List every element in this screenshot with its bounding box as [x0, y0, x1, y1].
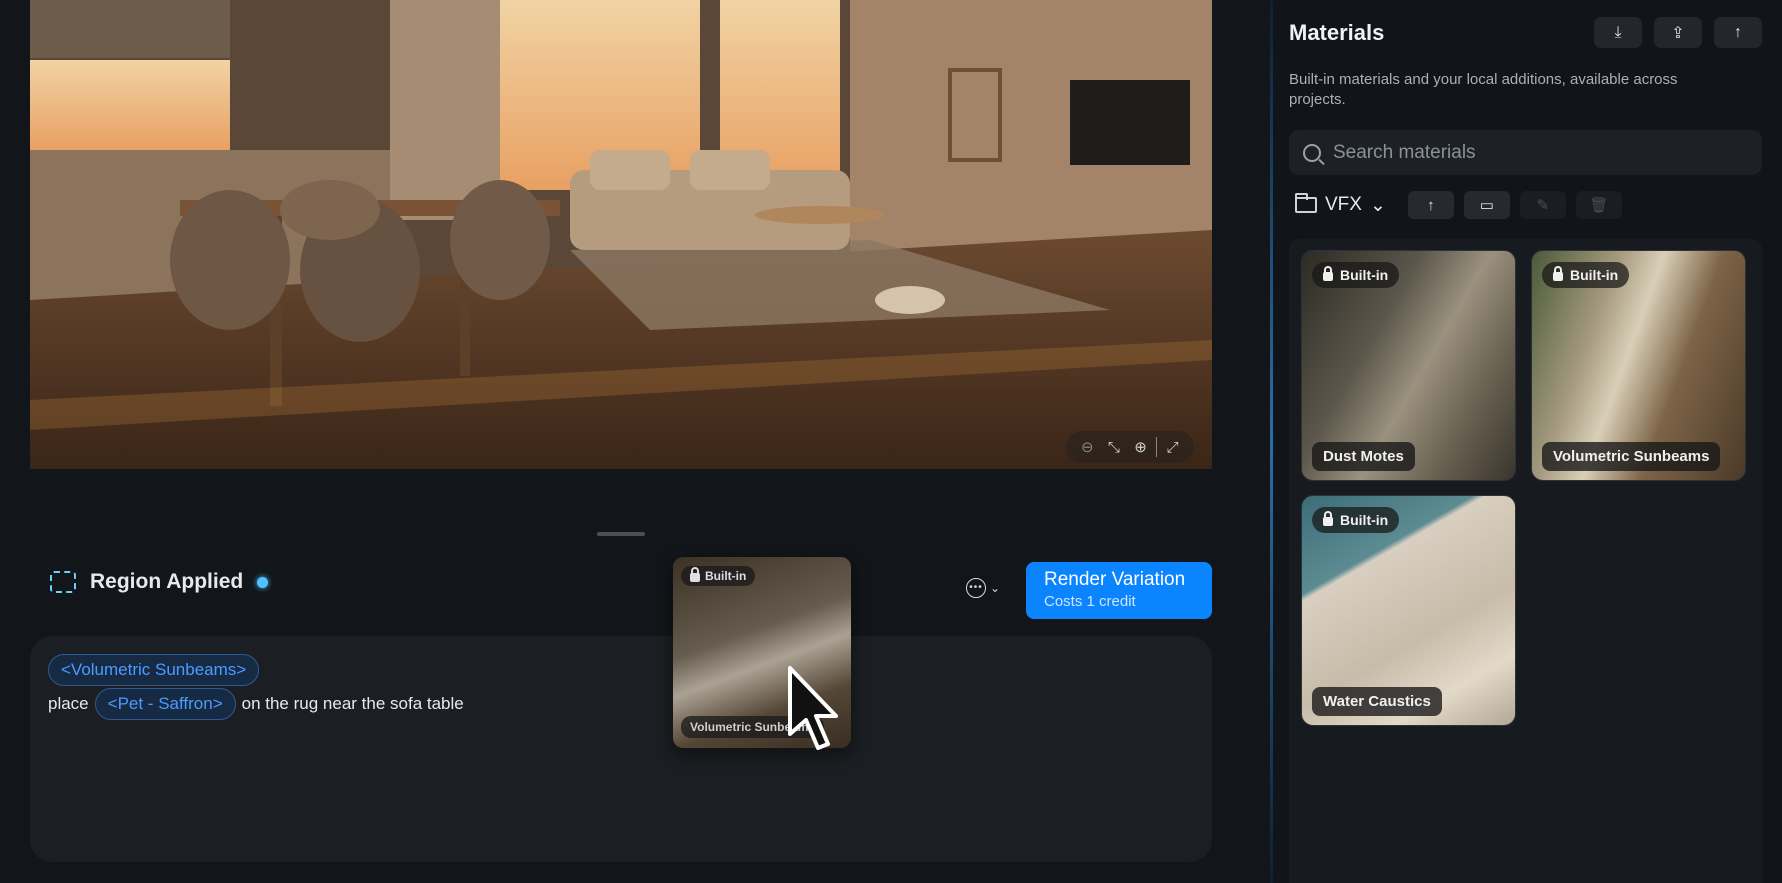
builtin-badge: Built-in — [1542, 262, 1630, 288]
badge-label: Built-in — [705, 569, 747, 583]
share-icon: ⇪ — [1671, 24, 1685, 42]
upload-button[interactable]: ↑ — [1714, 17, 1762, 48]
expand-icon[interactable]: ⤢ — [1162, 436, 1184, 458]
status-dot — [257, 576, 269, 588]
lock-icon — [690, 567, 700, 582]
region-select-icon — [50, 571, 76, 593]
more-options-button[interactable]: ••• ⌄ — [966, 578, 1000, 598]
mouse-cursor-icon — [788, 666, 838, 750]
materials-panel: Materials ⤓ ⇪ ↑ Built-in materials and y… — [1273, 0, 1782, 883]
lock-icon — [1553, 266, 1563, 281]
room-render-image — [30, 0, 1212, 469]
delete-button[interactable]: 🗑 — [1575, 191, 1622, 219]
prompt-text-prefix: place — [48, 694, 89, 713]
new-folder-button[interactable]: ▭ — [1463, 191, 1510, 219]
pet-token-chip[interactable]: <Pet - Saffron> — [94, 688, 236, 720]
import-button[interactable]: ⤓ — [1594, 17, 1642, 48]
search-input[interactable] — [1333, 141, 1748, 164]
region-status: Region Applied — [50, 570, 269, 594]
workspace: ⊖ ⤡ ⊕ ⤢ Region Applied ••• ⌄ Render Vari… — [0, 0, 1270, 883]
materials-grid: Built-in Dust Motes Built-in Volumetric … — [1289, 239, 1762, 883]
parent-folder-button[interactable]: ↑ — [1407, 191, 1454, 219]
pencil-icon: ✎ — [1536, 197, 1550, 214]
render-preview[interactable]: ⊖ ⤡ ⊕ ⤢ — [30, 0, 1212, 469]
prompt-text-suffix: on the rug near the sofa table — [241, 694, 464, 713]
folder-name: VFX — [1325, 194, 1362, 215]
rename-button[interactable]: ✎ — [1519, 191, 1566, 219]
material-name: Water Caustics — [1312, 687, 1442, 716]
panel-description: Built-in materials and your local additi… — [1289, 71, 1678, 108]
builtin-badge: Built-in — [681, 566, 756, 586]
folder-icon — [1295, 193, 1317, 213]
download-tray-icon: ⤓ — [1614, 23, 1622, 41]
zoom-divider — [1156, 437, 1158, 457]
folder-toolbar: VFX ⌄ ↑ ▭ ✎ 🗑 — [1295, 191, 1622, 219]
search-icon — [1303, 143, 1321, 162]
builtin-badge: Built-in — [1312, 262, 1400, 288]
region-title: Region Applied — [90, 570, 244, 593]
chevron-down-icon: ⌄ — [1369, 194, 1386, 216]
resize-handle[interactable] — [597, 532, 645, 536]
material-token-chip[interactable]: <Volumetric Sunbeams> — [48, 654, 260, 686]
zoom-in-icon[interactable]: ⊕ — [1129, 436, 1151, 458]
material-card-dust-motes[interactable]: Built-in Dust Motes — [1301, 250, 1516, 481]
arrow-up-icon: ↑ — [1427, 196, 1435, 214]
material-card-water-caustics[interactable]: Built-in Water Caustics — [1301, 495, 1516, 726]
material-card-volumetric-sunbeams[interactable]: Built-in Volumetric Sunbeams — [1531, 250, 1746, 481]
arrow-up-icon: ↑ — [1734, 23, 1742, 41]
badge-label: Built-in — [1570, 267, 1619, 283]
trash-icon: 🗑 — [1589, 197, 1609, 214]
ellipsis-icon: ••• — [966, 578, 986, 598]
folder-plus-icon: ▭ — [1479, 197, 1494, 214]
app-window: ⊖ ⤡ ⊕ ⤢ Region Applied ••• ⌄ Render Vari… — [0, 0, 1782, 883]
badge-label: Built-in — [1340, 267, 1389, 283]
badge-label: Built-in — [1340, 512, 1389, 528]
fit-to-view-icon[interactable]: ⤡ — [1103, 436, 1125, 458]
material-name: Dust Motes — [1312, 442, 1415, 471]
lock-icon — [1323, 266, 1333, 281]
prompt-editor[interactable]: <Volumetric Sunbeams> place <Pet - Saffr… — [30, 636, 1212, 862]
render-button-label: Render Variation — [1044, 569, 1186, 590]
share-button[interactable]: ⇪ — [1654, 17, 1702, 48]
render-variation-button[interactable]: Render Variation Costs 1 credit — [1026, 562, 1212, 619]
zoom-out-icon[interactable]: ⊖ — [1076, 436, 1098, 458]
zoom-controls: ⊖ ⤡ ⊕ ⤢ — [1066, 431, 1194, 463]
chevron-down-icon: ⌄ — [990, 581, 1001, 595]
search-bar — [1289, 130, 1762, 175]
panel-actions: ⤓ ⇪ ↑ — [1594, 17, 1762, 48]
builtin-badge: Built-in — [1312, 507, 1400, 533]
lock-icon — [1323, 511, 1333, 526]
render-button-cost: Costs 1 credit — [1044, 593, 1136, 610]
material-name: Volumetric Sunbeams — [1542, 442, 1721, 471]
folder-selector[interactable]: VFX ⌄ — [1295, 193, 1386, 217]
panel-title: Materials — [1289, 20, 1385, 45]
